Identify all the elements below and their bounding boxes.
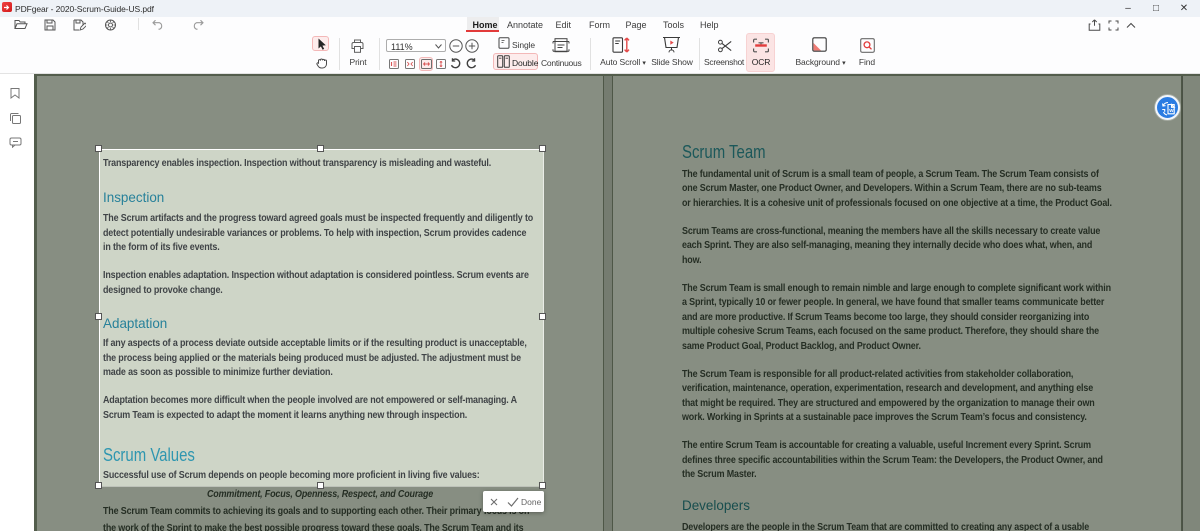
svg-text:W: W	[1169, 108, 1174, 113]
